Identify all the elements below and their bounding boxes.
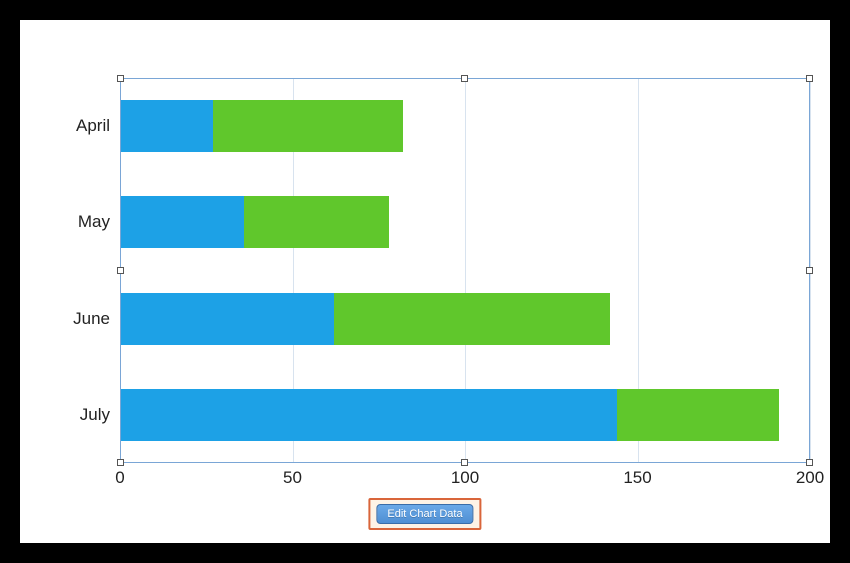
category-label: July <box>80 405 110 425</box>
bar-segment[interactable] <box>617 389 779 441</box>
bar-row: June <box>120 293 810 345</box>
bar-row: July <box>120 389 810 441</box>
document-canvas[interactable]: April May June July 0 50 100 150 200 Edit Chart… <box>20 20 830 543</box>
bar-row: April <box>120 100 810 152</box>
plot-area: April May June July <box>120 78 810 463</box>
x-tick-label: 0 <box>115 468 124 488</box>
chart-object[interactable]: April May June July <box>120 78 810 463</box>
bar-segment[interactable] <box>120 389 617 441</box>
bar-segment[interactable] <box>120 100 213 152</box>
x-tick-label: 150 <box>623 468 651 488</box>
resize-handle-nw[interactable] <box>117 75 124 82</box>
resize-handle-s[interactable] <box>461 459 468 466</box>
x-tick-label: 200 <box>796 468 824 488</box>
app-window: April May June July 0 50 100 150 200 Edit Chart… <box>0 0 850 563</box>
resize-handle-se[interactable] <box>806 459 813 466</box>
resize-handle-e[interactable] <box>806 267 813 274</box>
bar-segment[interactable] <box>334 293 610 345</box>
edit-chart-data-button[interactable]: Edit Chart Data <box>376 504 473 524</box>
category-label: May <box>78 212 110 232</box>
resize-handle-ne[interactable] <box>806 75 813 82</box>
resize-handle-w[interactable] <box>117 267 124 274</box>
category-label: June <box>73 309 110 329</box>
category-label: April <box>76 116 110 136</box>
bar-segment[interactable] <box>120 293 334 345</box>
bar-row: May <box>120 196 810 248</box>
resize-handle-sw[interactable] <box>117 459 124 466</box>
bar-segment[interactable] <box>213 100 403 152</box>
resize-handle-n[interactable] <box>461 75 468 82</box>
x-tick-label: 100 <box>451 468 479 488</box>
edit-chart-data-highlight: Edit Chart Data <box>368 498 481 530</box>
bar-segment[interactable] <box>244 196 389 248</box>
x-axis: 050100150200 <box>120 468 810 492</box>
x-tick-label: 50 <box>283 468 302 488</box>
bar-segment[interactable] <box>120 196 244 248</box>
